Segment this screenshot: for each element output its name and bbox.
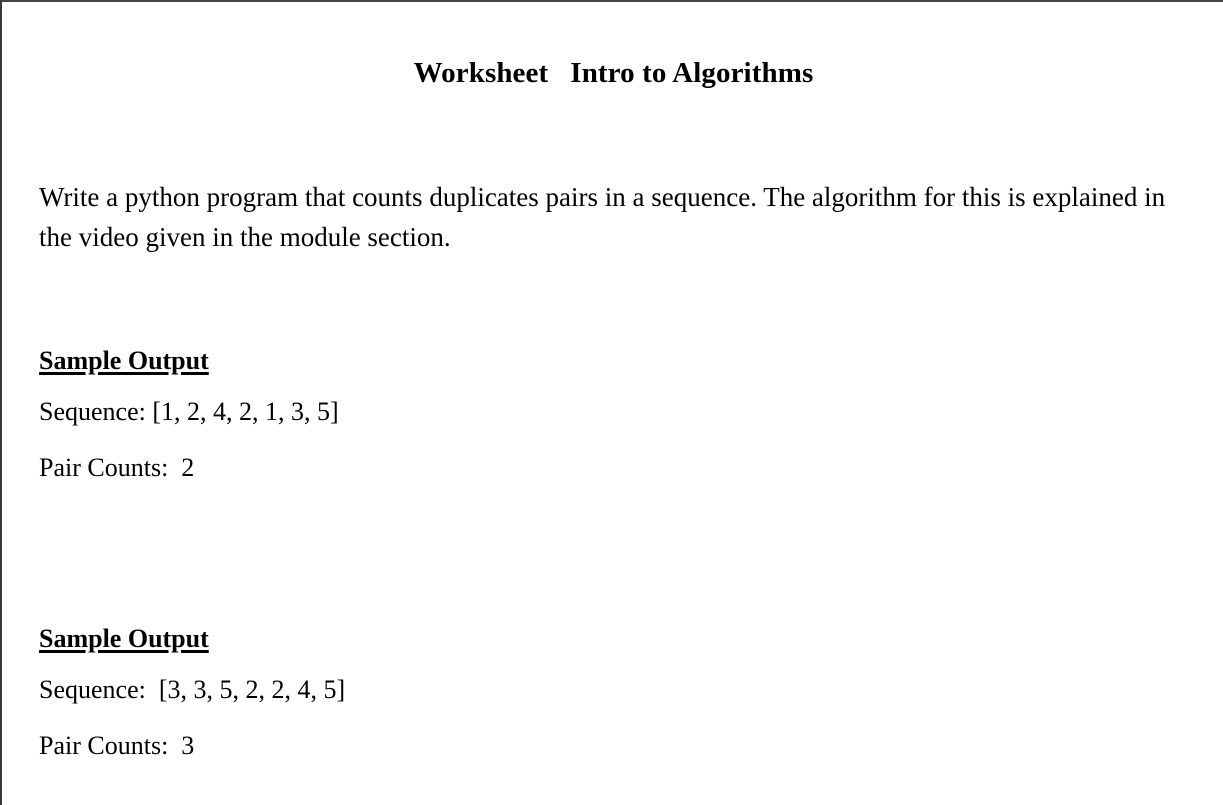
sample-output-section-2: Sample Output Sequence: [3, 3, 5, 2, 2, … <box>39 624 839 766</box>
pair-counts-line: Pair Counts: 2 <box>39 453 195 482</box>
pair-counts-line: Pair Counts: 3 <box>39 731 195 760</box>
sequence-line: Sequence: [3, 3, 5, 2, 2, 4, 5] <box>39 675 346 704</box>
intro-paragraph: Write a python program that counts dupli… <box>39 182 1166 252</box>
sample-output-section-1: Sample Output Sequence: [1, 2, 4, 2, 1, … <box>39 346 839 488</box>
document-page: Worksheet Intro to Algorithms Write a py… <box>0 0 1223 805</box>
sample-output-heading: Sample Output <box>39 624 209 653</box>
sequence-line: Sequence: [1, 2, 4, 2, 1, 3, 5] <box>39 397 339 426</box>
page-title: Worksheet Intro to Algorithms <box>413 57 814 90</box>
sample-output-heading: Sample Output <box>39 346 209 375</box>
